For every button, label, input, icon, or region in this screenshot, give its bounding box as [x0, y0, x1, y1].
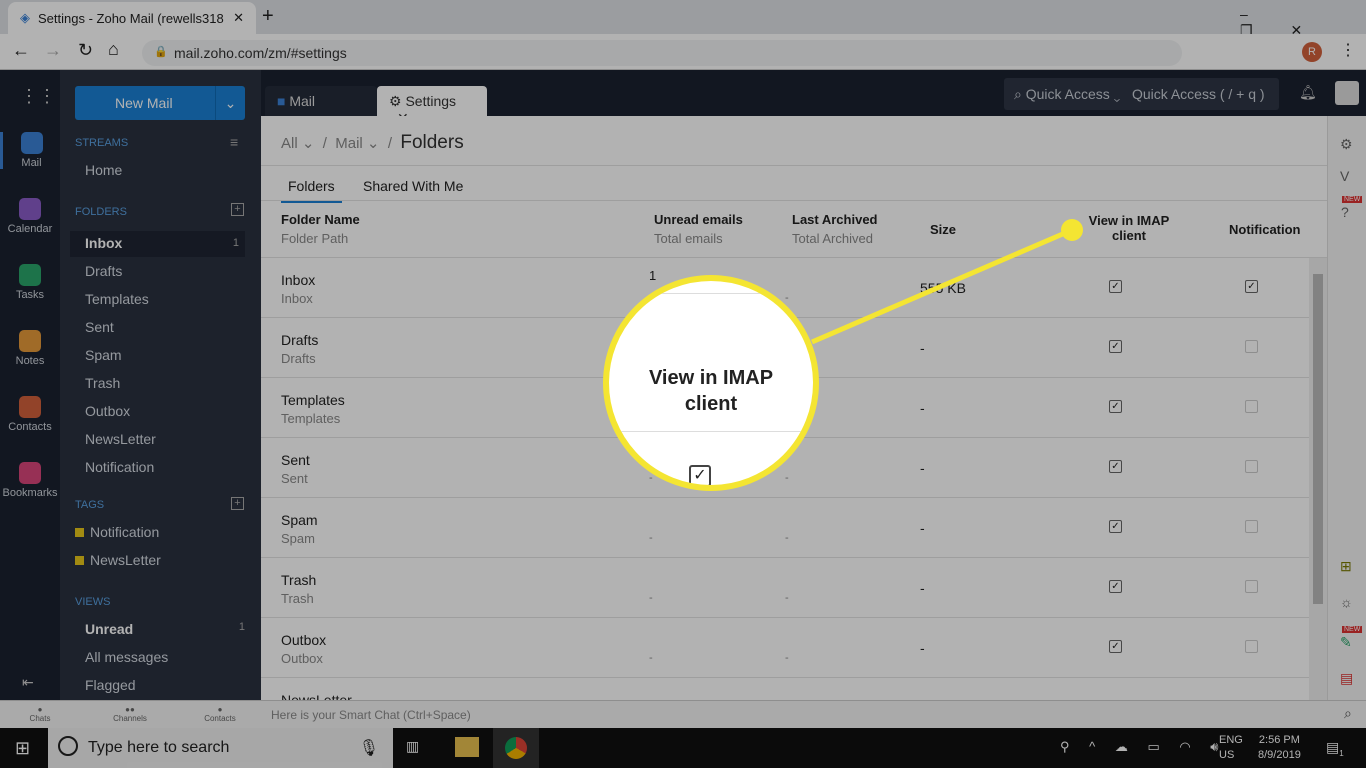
callout-checkbox: ✓: [689, 465, 711, 485]
callout-connector: [811, 227, 1073, 345]
callout-dot: [1061, 219, 1083, 241]
callout-heading: View in IMAP client: [648, 367, 774, 415]
magnifier-callout: View in IMAP client ✓: [603, 275, 819, 491]
